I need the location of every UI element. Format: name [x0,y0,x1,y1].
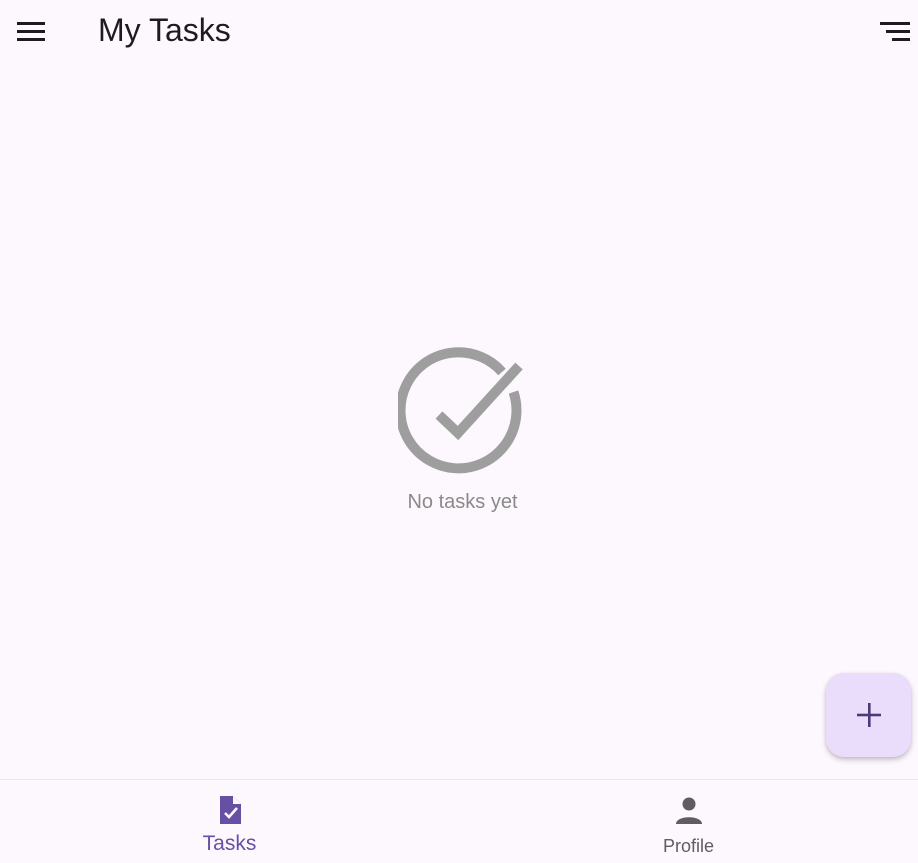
empty-state-message: No tasks yet [407,491,518,513]
nav-label-profile: Profile [662,836,715,856]
check-circle-icon [397,347,523,474]
filter-button[interactable] [880,9,918,53]
filter-icon [880,22,910,41]
nav-item-tasks[interactable]: Tasks [0,780,459,863]
empty-state: No tasks yet [359,347,566,514]
menu-button[interactable] [8,9,56,53]
task-icon [219,796,241,824]
person-icon [675,797,702,824]
add-task-button[interactable] [826,673,911,757]
menu-icon [17,22,45,41]
add-icon [856,703,881,727]
app-bar: My Tasks [0,0,918,62]
bottom-navigation: Tasks Profile [0,779,918,863]
page-title: My Tasks [98,12,231,48]
nav-label-tasks: Tasks [202,832,257,855]
nav-item-profile[interactable]: Profile [459,780,918,863]
